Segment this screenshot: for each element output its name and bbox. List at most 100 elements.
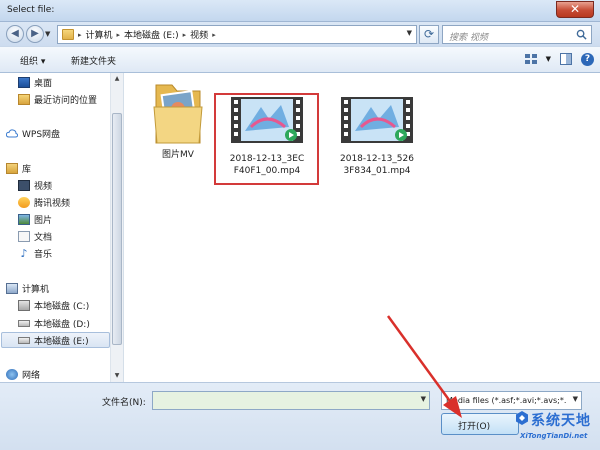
nav-label: WPS网盘 [22, 129, 61, 140]
breadcrumb-drive-e[interactable]: 本地磁盘 (E:) [124, 28, 179, 41]
video-thumbnail-icon [231, 97, 303, 143]
file-name: 图片MV [162, 150, 194, 160]
watermark: 系统天地 XiTongTianDi.net [514, 410, 600, 450]
nav-label: 视频 [34, 181, 53, 192]
nav-item-wps[interactable]: WPS网盘 [6, 126, 60, 140]
open-button[interactable]: 打开(O) [441, 413, 519, 435]
nav-label: 本地磁盘 (D:) [34, 319, 90, 330]
toolbar: 组织 ▾ 新建文件夹 ▼ ? [0, 46, 600, 73]
nav-label: 桌面 [34, 78, 53, 89]
filetype-select[interactable]: Media files (*.asf;*.avi;*.avs;*. ▼ [441, 391, 582, 410]
nav-label: 库 [22, 164, 32, 175]
system-drive-icon [18, 299, 30, 311]
chevron-right-icon[interactable]: ▸ [212, 31, 216, 39]
back-button[interactable]: ◀ [6, 25, 24, 43]
file-name-line2: 3F834_01.mp4 [343, 166, 411, 176]
scroll-down-icon[interactable]: ▼ [111, 370, 123, 382]
forward-arrow-icon: ▶ [31, 28, 39, 39]
nav-label: 腾讯视频 [34, 198, 71, 209]
nav-item-computer[interactable]: 计算机 [6, 281, 49, 295]
drive-icon [18, 319, 30, 327]
nav-item-videos[interactable]: 视频 [18, 178, 52, 192]
filetype-dropdown-icon[interactable]: ▼ [572, 395, 578, 403]
view-dropdown-icon[interactable]: ▼ [546, 55, 551, 63]
folder-icon [62, 29, 74, 40]
nav-item-music[interactable]: ♪ 音乐 [18, 246, 52, 260]
nav-item-drive-c[interactable]: 本地磁盘 (C:) [18, 298, 89, 312]
close-icon: ✕ [569, 2, 581, 16]
video-library-icon [18, 179, 30, 191]
title-bar: Select file: ✕ [0, 0, 600, 22]
breadcrumb-videos[interactable]: 视频 [190, 28, 208, 41]
nav-label: 图片 [34, 215, 53, 226]
filename-label: 文件名(N): [102, 398, 146, 408]
scroll-thumb[interactable] [112, 113, 122, 345]
nav-item-drive-d[interactable]: 本地磁盘 (D:) [18, 316, 90, 330]
filename-dropdown-icon[interactable]: ▼ [421, 395, 426, 403]
close-button[interactable]: ✕ [556, 1, 594, 18]
nav-label: 本地磁盘 (E:) [34, 336, 89, 347]
filename-input[interactable]: ▼ [152, 391, 430, 410]
address-row: ◀ ▶ ▼ ▸ 计算机 ▸ 本地磁盘 (E:) ▸ 视频 ▸ ▼ ⟳ 搜索 视频 [0, 22, 600, 46]
file-name-line1: 2018-12-13_3EC [229, 154, 305, 164]
refresh-icon: ⟳ [423, 27, 435, 41]
nav-item-pictures[interactable]: 图片 [18, 212, 52, 226]
library-icon [6, 162, 18, 174]
chevron-right-icon[interactable]: ▸ [78, 31, 82, 39]
nav-item-network[interactable]: 网络 [6, 367, 40, 381]
nav-label: 本地磁盘 (C:) [34, 301, 90, 312]
new-folder-button[interactable]: 新建文件夹 [71, 54, 116, 67]
view-options-icon[interactable] [524, 52, 538, 66]
nav-label: 文档 [34, 232, 53, 243]
search-icon [576, 29, 587, 40]
computer-icon [6, 282, 18, 294]
organize-button[interactable]: 组织 ▾ [20, 54, 45, 67]
navigation-pane: 桌面 最近访问的位置 WPS网盘 库 视频 腾讯视频 图片 文档 ♪ 音乐 计算… [0, 73, 124, 382]
file-item-video-2[interactable]: 2018-12-13_526 3F834_01.mp4 [327, 97, 427, 177]
help-icon[interactable]: ? [581, 52, 594, 66]
refresh-button[interactable]: ⟳ [419, 25, 439, 44]
nav-item-tencent-video[interactable]: 腾讯视频 [18, 195, 70, 209]
documents-icon [18, 230, 30, 242]
history-dropdown-icon[interactable]: ▼ [45, 30, 50, 38]
file-list: 图片MV 2018-12-13_3EC F40F1_00.mp4 2018-12… [124, 73, 600, 382]
forward-button[interactable]: ▶ [26, 25, 44, 43]
window-title: Select file: [7, 5, 55, 15]
nav-label: 计算机 [22, 284, 50, 295]
bottom-panel: 文件名(N): ▼ Media files (*.asf;*.avi;*.avs… [0, 382, 600, 450]
file-item-folder[interactable]: 图片MV [128, 79, 228, 161]
scroll-up-icon[interactable]: ▲ [111, 73, 123, 85]
folder-icon [153, 84, 203, 144]
drive-icon [18, 336, 30, 344]
nav-item-recent[interactable]: 最近访问的位置 [18, 92, 97, 106]
breadcrumb-computer[interactable]: 计算机 [86, 28, 113, 41]
filetype-value: Media files (*.asf;*.avi;*.avs;*. [446, 396, 567, 405]
file-name-line1: 2018-12-13_526 [340, 154, 414, 164]
nav-item-library[interactable]: 库 [6, 161, 31, 175]
nav-item-drive-e[interactable]: 本地磁盘 (E:) [18, 333, 89, 347]
chevron-right-icon[interactable]: ▸ [183, 31, 187, 39]
watermark-title: 系统天地 [531, 413, 591, 429]
file-name-line2: F40F1_00.mp4 [233, 166, 301, 176]
preview-pane-icon[interactable] [559, 52, 573, 66]
network-icon [6, 368, 18, 380]
nav-scrollbar[interactable]: ▲ ▼ [110, 73, 123, 382]
nav-item-documents[interactable]: 文档 [18, 229, 52, 243]
address-dropdown-icon[interactable]: ▼ [407, 29, 412, 37]
search-input[interactable]: 搜索 视频 [449, 30, 488, 43]
nav-label: 网络 [22, 370, 41, 381]
pictures-icon [18, 213, 30, 225]
nav-item-desktop[interactable]: 桌面 [18, 75, 52, 89]
watermark-subtitle: XiTongTianDi.net [520, 432, 588, 440]
chevron-right-icon[interactable]: ▸ [117, 31, 121, 39]
recent-places-icon [18, 93, 30, 105]
desktop-icon [18, 76, 30, 88]
breadcrumb: ▸ 计算机 ▸ 本地磁盘 (E:) ▸ 视频 ▸ [78, 26, 216, 43]
file-item-video-1[interactable]: 2018-12-13_3EC F40F1_00.mp4 [217, 97, 317, 177]
tencent-video-icon [18, 196, 30, 208]
open-button-label: 打开(O) [458, 422, 491, 432]
nav-label: 音乐 [34, 249, 53, 260]
search-box[interactable]: 搜索 视频 [442, 25, 592, 44]
view-controls: ▼ ? [524, 52, 594, 66]
address-bar[interactable]: ▸ 计算机 ▸ 本地磁盘 (E:) ▸ 视频 ▸ ▼ [57, 25, 417, 44]
